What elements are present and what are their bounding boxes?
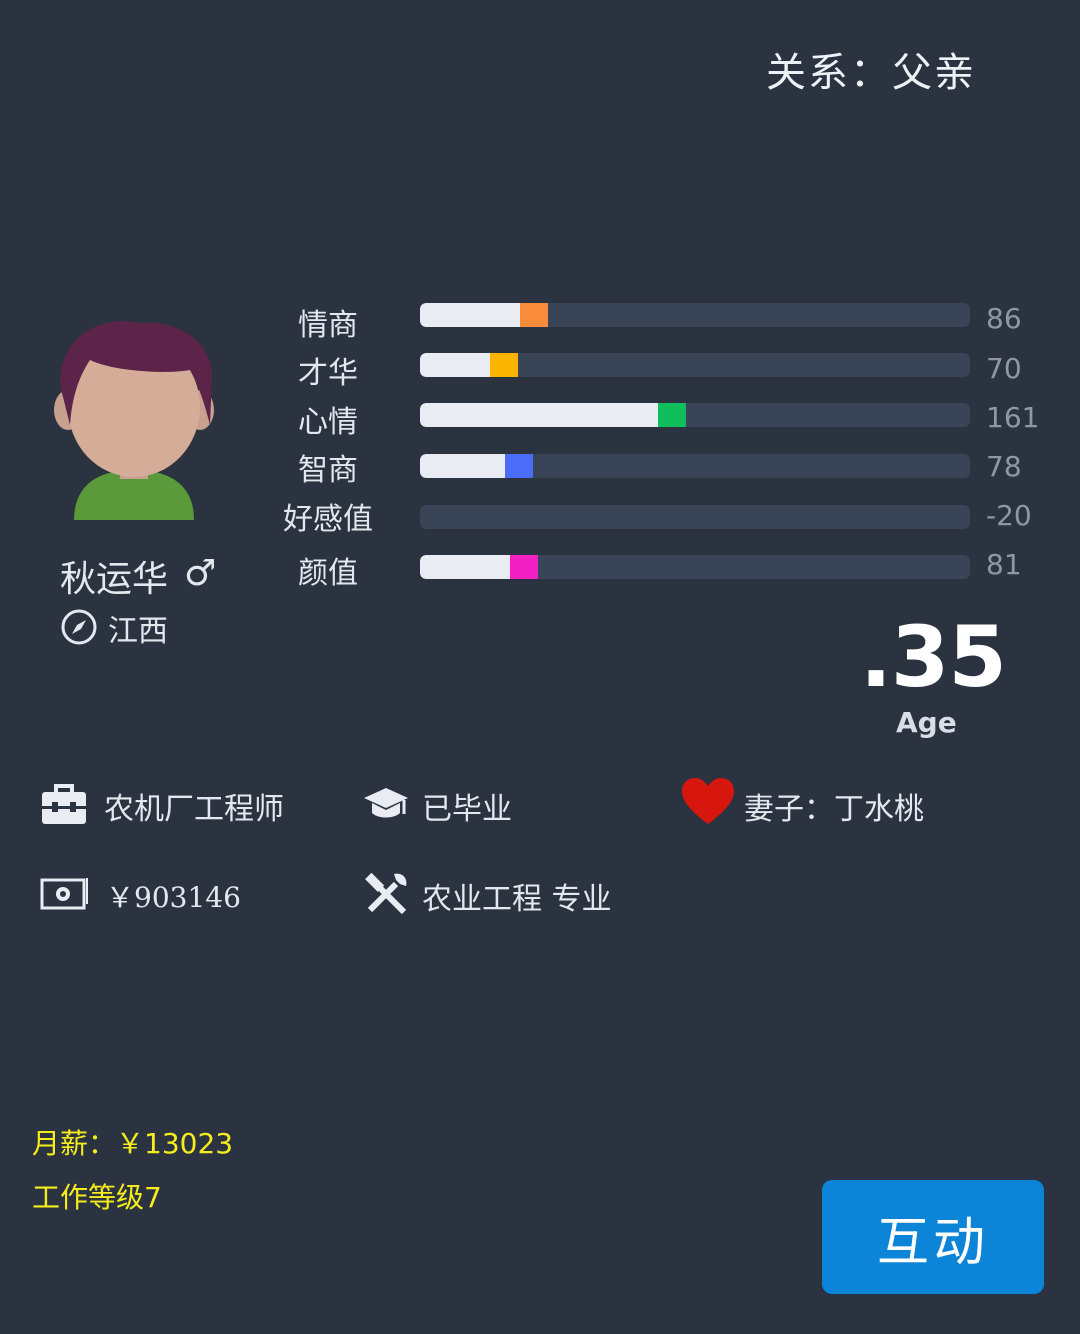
monthly-salary: 月薪：￥13023 — [32, 1127, 234, 1160]
interact-button[interactable]: 互动 — [822, 1180, 1044, 1294]
stat-bar-eq — [420, 303, 970, 327]
stat-label-mood: 心情 — [298, 405, 358, 440]
stat-label-looks: 颜值 — [298, 556, 358, 591]
age-value: .35 — [860, 608, 1007, 706]
stat-value-iq: 78 — [986, 450, 1022, 483]
location-label: 江西 — [108, 614, 168, 649]
stat-bar-iq — [420, 454, 970, 478]
stat-value-mood: 161 — [986, 401, 1040, 434]
stat-value-looks: 81 — [986, 548, 1022, 581]
stat-bar-talent — [420, 353, 970, 377]
spouse-label: 妻子：丁水桃 — [744, 792, 924, 827]
graduation-cap-icon — [364, 788, 408, 818]
briefcase-icon — [42, 784, 86, 824]
tools-icon — [365, 872, 407, 915]
relation-label: 关系：父亲 — [766, 50, 976, 96]
money-label: ￥903146 — [106, 881, 241, 914]
education-label: 已毕业 — [422, 792, 512, 827]
stat-value-eq: 86 — [986, 302, 1022, 335]
work-level: 工作等级7 — [32, 1181, 162, 1214]
cash-icon — [40, 878, 88, 910]
stat-value-talent: 70 — [986, 352, 1022, 385]
age-label: Age — [896, 706, 957, 739]
job-label: 农机厂工程师 — [104, 792, 284, 827]
stat-bar-mood — [420, 403, 970, 427]
stat-label-iq: 智商 — [298, 453, 358, 488]
character-name: 秋运华 — [60, 559, 169, 600]
stat-label-talent: 才华 — [298, 356, 358, 391]
heart-icon — [682, 778, 734, 824]
avatar — [54, 321, 214, 520]
stat-label-eq: 情商 — [298, 308, 358, 343]
stat-bar-looks — [420, 555, 970, 579]
male-gender-icon: ♂ — [184, 553, 217, 594]
stat-value-favor: -20 — [986, 499, 1032, 532]
stat-bar-favor — [420, 505, 970, 529]
major-label: 农业工程 专业 — [422, 882, 612, 917]
stat-label-favor: 好感值 — [283, 502, 373, 537]
compass-icon — [61, 609, 97, 645]
